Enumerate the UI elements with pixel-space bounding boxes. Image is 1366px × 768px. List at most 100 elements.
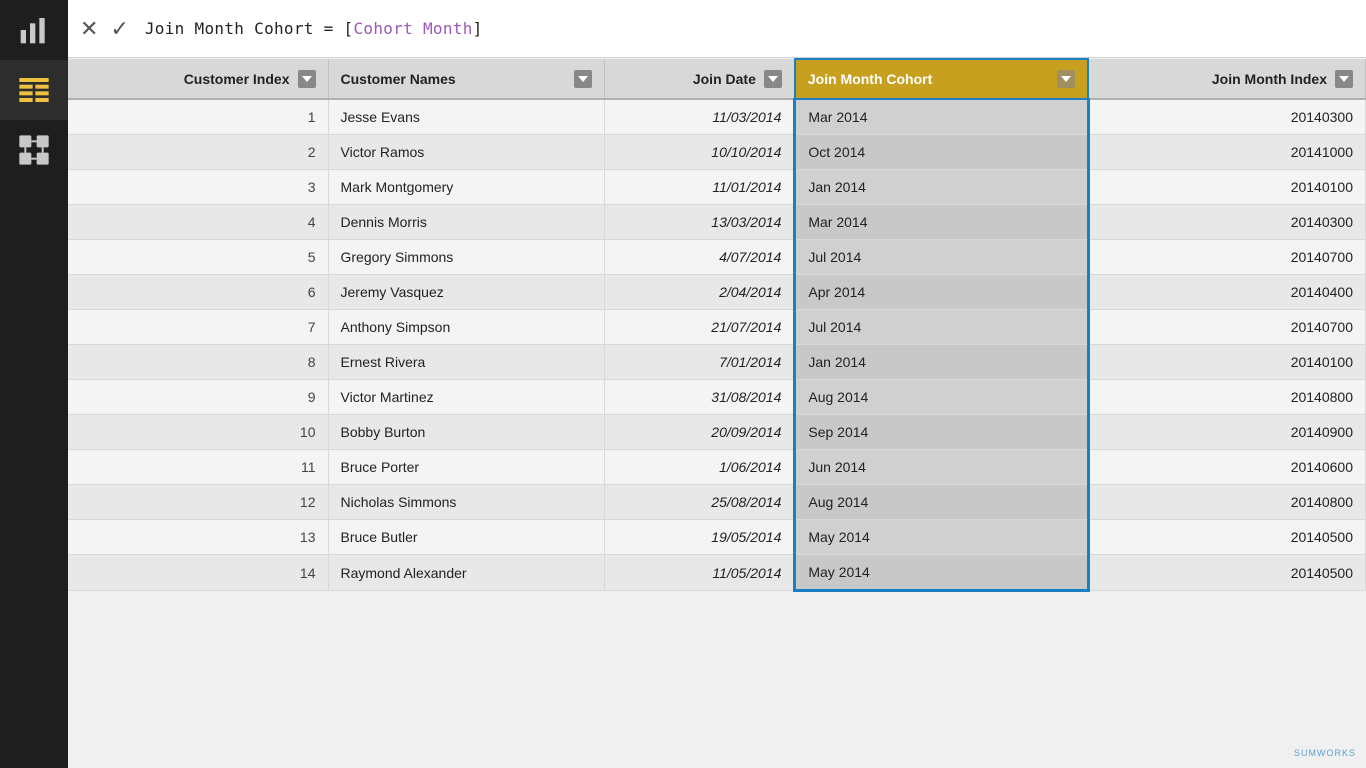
cell-cohort: Aug 2014 — [795, 485, 1088, 520]
cell-join-date: 20/09/2014 — [604, 415, 794, 450]
col-header-join-date-label: Join Date — [693, 71, 756, 87]
col-header-customer-index-label: Customer Index — [184, 71, 290, 87]
col-filter-join-month-index[interactable] — [1335, 70, 1353, 88]
cell-index: 12 — [68, 485, 328, 520]
cell-join-date: 7/01/2014 — [604, 345, 794, 380]
cell-join-date: 11/03/2014 — [604, 99, 794, 135]
col-header-customer-names: Customer Names — [328, 59, 604, 99]
col-filter-customer-index[interactable] — [298, 70, 316, 88]
col-header-customer-names-label: Customer Names — [341, 71, 456, 87]
cell-cohort: Jan 2014 — [795, 345, 1088, 380]
table-row: 14Raymond Alexander11/05/2014May 2014201… — [68, 555, 1366, 591]
formula-bar: ✕ ✓ Join Month Cohort = [Cohort Month] — [68, 0, 1366, 58]
cell-name: Jeremy Vasquez — [328, 275, 604, 310]
cell-cohort-index: 20140300 — [1088, 99, 1365, 135]
cell-cohort-index: 20140700 — [1088, 310, 1365, 345]
cell-cohort-index: 20140900 — [1088, 415, 1365, 450]
relationship-icon[interactable] — [0, 120, 68, 180]
watermark: SUMWORKS — [1294, 748, 1356, 758]
formula-close-text: ] — [473, 19, 483, 38]
table-row: 6Jeremy Vasquez2/04/2014Apr 201420140400 — [68, 275, 1366, 310]
table-row: 9Victor Martinez31/08/2014Aug 2014201408… — [68, 380, 1366, 415]
cell-name: Mark Montgomery — [328, 170, 604, 205]
cell-cohort-index: 20140100 — [1088, 345, 1365, 380]
table-row: 10Bobby Burton20/09/2014Sep 201420140900 — [68, 415, 1366, 450]
cell-cohort: Oct 2014 — [795, 135, 1088, 170]
cell-name: Bruce Porter — [328, 450, 604, 485]
cell-join-date: 25/08/2014 — [604, 485, 794, 520]
cell-join-date: 31/08/2014 — [604, 380, 794, 415]
cell-cohort: Jun 2014 — [795, 450, 1088, 485]
sidebar — [0, 0, 68, 768]
cell-cohort-index: 20140600 — [1088, 450, 1365, 485]
cell-index: 4 — [68, 205, 328, 240]
cell-index: 2 — [68, 135, 328, 170]
table-row: 1Jesse Evans11/03/2014Mar 201420140300 — [68, 99, 1366, 135]
cell-join-date: 11/05/2014 — [604, 555, 794, 591]
col-header-join-month-index-label: Join Month Index — [1212, 71, 1327, 87]
cell-name: Gregory Simmons — [328, 240, 604, 275]
cell-join-date: 2/04/2014 — [604, 275, 794, 310]
table-row: 11Bruce Porter1/06/2014Jun 201420140600 — [68, 450, 1366, 485]
cell-cohort: Apr 2014 — [795, 275, 1088, 310]
col-filter-join-date[interactable] — [764, 70, 782, 88]
cell-index: 11 — [68, 450, 328, 485]
cell-name: Victor Martinez — [328, 380, 604, 415]
formula-confirm-button[interactable]: ✓ — [110, 18, 128, 40]
cell-cohort: Mar 2014 — [795, 99, 1088, 135]
table-row: 4Dennis Morris13/03/2014Mar 201420140300 — [68, 205, 1366, 240]
cell-cohort-index: 20141000 — [1088, 135, 1365, 170]
cell-cohort: Jul 2014 — [795, 240, 1088, 275]
cell-join-date: 10/10/2014 — [604, 135, 794, 170]
col-header-join-date: Join Date — [604, 59, 794, 99]
cell-index: 10 — [68, 415, 328, 450]
col-filter-join-month-cohort[interactable] — [1057, 70, 1075, 88]
formula-expression: Join Month Cohort = [Cohort Month] — [145, 19, 483, 38]
cell-cohort: Aug 2014 — [795, 380, 1088, 415]
bar-chart-icon[interactable] — [0, 0, 68, 60]
cell-cohort: May 2014 — [795, 520, 1088, 555]
col-header-join-month-cohort: Join Month Cohort — [795, 59, 1088, 99]
table-wrapper: Customer Index Customer Names — [68, 58, 1366, 768]
formula-plain-text: Join Month Cohort = [ — [145, 19, 354, 38]
cell-cohort: Jul 2014 — [795, 310, 1088, 345]
main-content: ✕ ✓ Join Month Cohort = [Cohort Month] C… — [68, 0, 1366, 768]
formula-cancel-button[interactable]: ✕ — [80, 18, 98, 40]
table-row: 5Gregory Simmons4/07/2014Jul 20142014070… — [68, 240, 1366, 275]
table-row: 12Nicholas Simmons25/08/2014Aug 20142014… — [68, 485, 1366, 520]
table-row: 7Anthony Simpson21/07/2014Jul 2014201407… — [68, 310, 1366, 345]
cell-index: 14 — [68, 555, 328, 591]
cell-cohort-index: 20140500 — [1088, 520, 1365, 555]
cell-index: 1 — [68, 99, 328, 135]
cell-cohort-index: 20140300 — [1088, 205, 1365, 240]
cell-join-date: 21/07/2014 — [604, 310, 794, 345]
table-icon[interactable] — [0, 60, 68, 120]
cell-join-date: 13/03/2014 — [604, 205, 794, 240]
cell-name: Jesse Evans — [328, 99, 604, 135]
table-row: 2Victor Ramos10/10/2014Oct 201420141000 — [68, 135, 1366, 170]
table-header-row: Customer Index Customer Names — [68, 59, 1366, 99]
data-table: Customer Index Customer Names — [68, 58, 1366, 592]
cell-cohort: Mar 2014 — [795, 205, 1088, 240]
cell-cohort-index: 20140800 — [1088, 380, 1365, 415]
cell-index: 8 — [68, 345, 328, 380]
cell-join-date: 1/06/2014 — [604, 450, 794, 485]
cell-name: Nicholas Simmons — [328, 485, 604, 520]
cell-join-date: 11/01/2014 — [604, 170, 794, 205]
table-row: 3Mark Montgomery11/01/2014Jan 2014201401… — [68, 170, 1366, 205]
table-body: 1Jesse Evans11/03/2014Mar 2014201403002V… — [68, 99, 1366, 591]
cell-cohort-index: 20140800 — [1088, 485, 1365, 520]
cell-cohort-index: 20140500 — [1088, 555, 1365, 591]
col-header-join-month-cohort-label: Join Month Cohort — [808, 71, 932, 87]
col-header-join-month-index: Join Month Index — [1088, 59, 1365, 99]
cell-index: 13 — [68, 520, 328, 555]
table-row: 8Ernest Rivera7/01/2014Jan 201420140100 — [68, 345, 1366, 380]
cell-name: Anthony Simpson — [328, 310, 604, 345]
cell-name: Victor Ramos — [328, 135, 604, 170]
cell-name: Dennis Morris — [328, 205, 604, 240]
cell-name: Raymond Alexander — [328, 555, 604, 591]
cell-index: 9 — [68, 380, 328, 415]
col-filter-customer-names[interactable] — [574, 70, 592, 88]
cell-index: 6 — [68, 275, 328, 310]
cell-name: Bobby Burton — [328, 415, 604, 450]
